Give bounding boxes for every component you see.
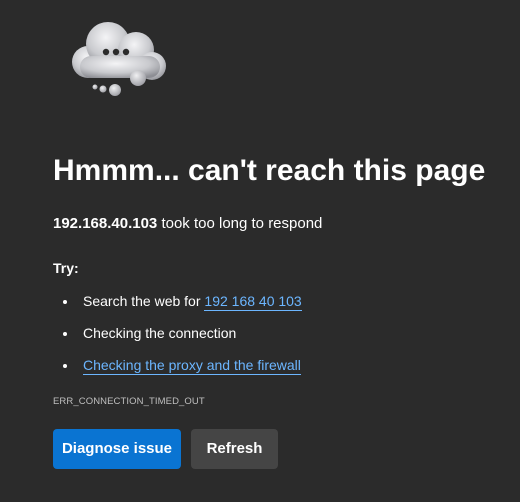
suggestion-text: Search the web for 192 168 40 103 bbox=[83, 291, 302, 311]
check-proxy-firewall-link[interactable]: Checking the proxy and the firewall bbox=[83, 357, 301, 375]
page-title: Hmmm... can't reach this page bbox=[53, 154, 486, 187]
bullet-icon bbox=[63, 364, 67, 368]
bullet-icon bbox=[63, 300, 67, 304]
refresh-button[interactable]: Refresh bbox=[191, 429, 278, 469]
suggestion-prefix: Search the web for bbox=[83, 293, 205, 309]
error-description-text: took too long to respond bbox=[157, 215, 323, 232]
error-description: 192.168.40.103 took too long to respond bbox=[53, 213, 322, 235]
try-label: Try: bbox=[53, 260, 79, 276]
host-address: 192.168.40.103 bbox=[53, 215, 158, 232]
diagnose-issue-button[interactable]: Diagnose issue bbox=[53, 429, 181, 469]
error-code: ERR_CONNECTION_TIMED_OUT bbox=[53, 396, 205, 407]
suggestion-text: Checking the connection bbox=[83, 325, 237, 341]
bullet-icon bbox=[63, 332, 67, 336]
suggestion-text: Checking the proxy and the firewall bbox=[83, 355, 301, 375]
cloud-thinking-icon bbox=[58, 16, 178, 100]
search-web-link[interactable]: 192 168 40 103 bbox=[204, 293, 302, 311]
